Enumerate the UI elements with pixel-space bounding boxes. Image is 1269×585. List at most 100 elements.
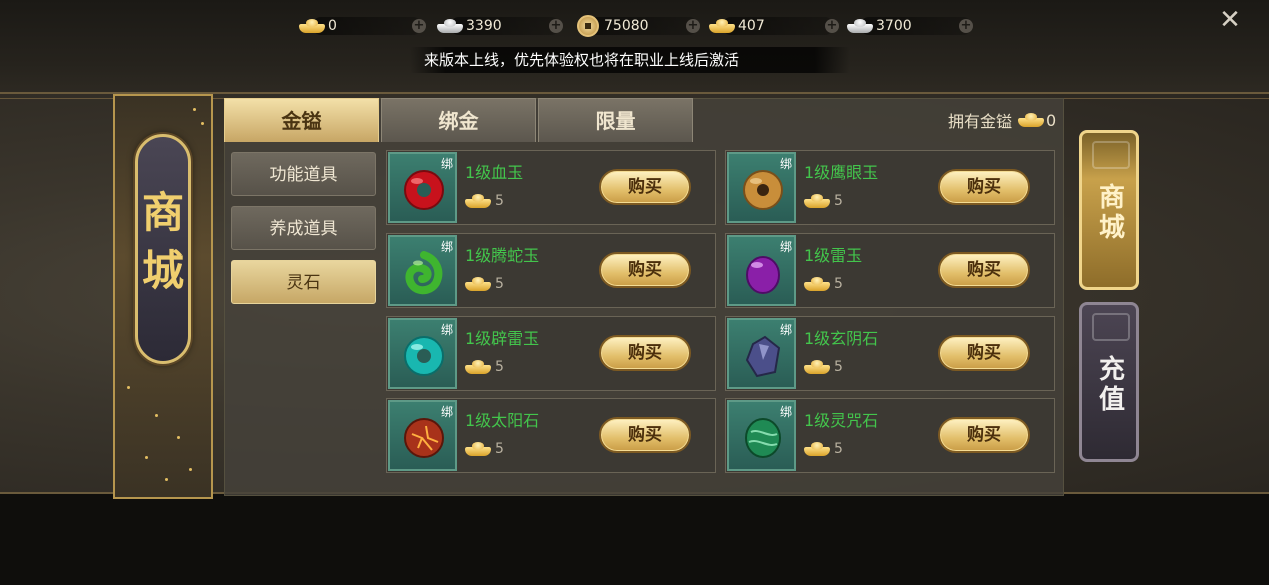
silver-ingot-icon xyxy=(436,14,464,38)
item-name: 1级血玉 xyxy=(465,163,524,182)
buy-button[interactable]: 购买 xyxy=(938,169,1030,205)
owned-label: 拥有金镒 xyxy=(948,112,1013,131)
hawk-eye-jade-icon xyxy=(743,170,783,210)
price-value: 5 xyxy=(834,276,843,292)
price-value: 5 xyxy=(834,193,843,209)
side-tab-shop[interactable]: 商城 xyxy=(1079,130,1139,290)
gold-ingot-icon xyxy=(804,442,830,456)
side-tab-recharge[interactable]: 充值 xyxy=(1079,302,1139,462)
add-bound-gold-button[interactable]: + xyxy=(825,19,839,33)
item-price: 5 xyxy=(465,359,504,375)
currency-value: 3390 xyxy=(466,18,502,34)
item-thumbnail[interactable]: 绑 xyxy=(727,235,796,306)
item-thumbnail[interactable]: 绑 xyxy=(388,235,457,306)
shop-item: 绑 1级血玉 5 购买 xyxy=(386,150,716,225)
bound-tag: 绑 xyxy=(440,240,453,254)
red-jade-icon xyxy=(404,170,444,210)
spirit-curse-stone-icon xyxy=(745,418,781,458)
buy-button[interactable]: 购买 xyxy=(938,252,1030,288)
price-value: 5 xyxy=(834,359,843,375)
item-thumbnail[interactable]: 绑 xyxy=(727,152,796,223)
item-price: 5 xyxy=(465,441,504,457)
item-price: 5 xyxy=(804,193,843,209)
sun-stone-icon xyxy=(404,418,444,458)
owned-balance: 拥有金镒 0 xyxy=(948,108,1056,132)
gold-ingot-icon xyxy=(465,277,491,291)
item-name: 1级鹰眼玉 xyxy=(804,163,879,182)
shop-item: 绑 1级辟雷玉 5 购买 xyxy=(386,316,716,391)
buy-button[interactable]: 购买 xyxy=(938,335,1030,371)
tab-limited[interactable]: 限量 xyxy=(538,98,693,142)
buy-button[interactable]: 购买 xyxy=(938,417,1030,453)
currency-value: 0 xyxy=(328,18,337,34)
gold-ingot-icon xyxy=(1018,113,1045,127)
price-value: 5 xyxy=(495,193,504,209)
price-value: 5 xyxy=(495,359,504,375)
dark-yin-stone-icon xyxy=(745,335,781,378)
shop-item: 绑 1级腾蛇玉 5 购买 xyxy=(386,233,716,308)
price-value: 5 xyxy=(834,441,843,457)
item-price: 5 xyxy=(804,276,843,292)
bound-tag: 绑 xyxy=(779,323,792,337)
add-gold-button[interactable]: + xyxy=(412,19,426,33)
shop-item: 绑 1级雷玉 5 购买 xyxy=(725,233,1055,308)
close-icon[interactable]: ✕ xyxy=(1218,7,1242,33)
item-price: 5 xyxy=(465,276,504,292)
item-thumbnail[interactable]: 绑 xyxy=(388,318,457,389)
gold-ingot-icon xyxy=(804,360,830,374)
copper-coin-icon xyxy=(574,14,602,38)
shop-item: 绑 1级太阳石 5 购买 xyxy=(386,398,716,473)
buy-button[interactable]: 购买 xyxy=(599,335,691,371)
shop-item: 绑 1级鹰眼玉 5 购买 xyxy=(725,150,1055,225)
tab-bound-gold[interactable]: 绑金 xyxy=(381,98,536,142)
currency-tabs: 金镒 绑金 限量 xyxy=(224,98,695,142)
category-spirit-stones[interactable]: 灵石 xyxy=(231,260,376,304)
gold-ingot-icon xyxy=(298,14,326,38)
buy-button[interactable]: 购买 xyxy=(599,252,691,288)
side-tab-label: 充值 xyxy=(1098,355,1125,415)
add-silver-treasure-button[interactable]: + xyxy=(959,19,973,33)
item-price: 5 xyxy=(465,193,504,209)
add-copper-button[interactable]: + xyxy=(686,19,700,33)
bound-tag: 绑 xyxy=(779,240,792,254)
buy-button[interactable]: 购买 xyxy=(599,169,691,205)
bound-tag: 绑 xyxy=(779,405,792,419)
gold-ingot-icon xyxy=(804,194,830,208)
side-tab-label: 商城 xyxy=(1098,183,1125,243)
item-price: 5 xyxy=(804,441,843,457)
item-thumbnail[interactable]: 绑 xyxy=(388,400,457,471)
silver-treasure-icon xyxy=(846,14,874,38)
item-name: 1级腾蛇玉 xyxy=(465,246,540,265)
item-thumbnail[interactable]: 绑 xyxy=(727,400,796,471)
bound-tag: 绑 xyxy=(440,405,453,419)
item-name: 1级辟雷玉 xyxy=(465,329,540,348)
currency-silver-treasure: 3700 + xyxy=(846,14,976,38)
bound-tag: 绑 xyxy=(440,323,453,337)
currency-value: 75080 xyxy=(604,18,649,34)
item-name: 1级雷玉 xyxy=(804,246,863,265)
owned-value: 0 xyxy=(1046,110,1057,130)
add-silver-button[interactable]: + xyxy=(549,19,563,33)
tab-gold[interactable]: 金镒 xyxy=(224,98,379,142)
thunder-jade-icon xyxy=(746,256,780,294)
item-thumbnail[interactable]: 绑 xyxy=(388,152,457,223)
bottom-background xyxy=(0,494,1269,585)
lightning-ward-jade-icon xyxy=(404,336,444,376)
buy-button[interactable]: 购买 xyxy=(599,417,691,453)
category-functional-items[interactable]: 功能道具 xyxy=(231,152,376,196)
bound-gold-ingot-icon xyxy=(708,14,736,38)
currency-copper: 75080 + xyxy=(574,14,704,38)
scrolling-notice: 来版本上线，优先体验权也将在职业上线后激活 xyxy=(410,47,850,73)
bound-tag: 绑 xyxy=(440,157,453,171)
currency-value: 3700 xyxy=(876,18,912,34)
currency-silver: 3390 + xyxy=(436,14,564,38)
gold-ingot-icon xyxy=(804,277,830,291)
category-growth-items[interactable]: 养成道具 xyxy=(231,206,376,250)
price-value: 5 xyxy=(495,441,504,457)
gold-ingot-icon xyxy=(465,442,491,456)
shop-item: 绑 1级灵咒石 5 购买 xyxy=(725,398,1055,473)
item-thumbnail[interactable]: 绑 xyxy=(727,318,796,389)
shop-banner: 商城 xyxy=(113,94,213,499)
item-name: 1级灵咒石 xyxy=(804,411,879,430)
item-name: 1级太阳石 xyxy=(465,411,540,430)
